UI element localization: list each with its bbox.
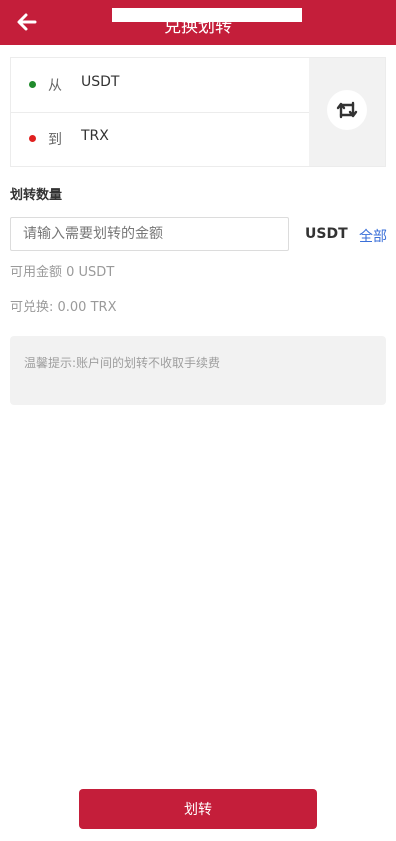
redaction-bar	[112, 8, 302, 22]
to-status-dot	[29, 135, 36, 142]
tip-text: 温馨提示:账户间的划转不收取手续费	[24, 356, 221, 370]
to-account-row[interactable]: 到 TRX	[11, 112, 311, 166]
tip-box: 温馨提示:账户间的划转不收取手续费	[10, 336, 386, 405]
from-status-dot	[29, 81, 36, 88]
transfer-submit-button[interactable]: 划转	[79, 789, 317, 829]
all-amount-link[interactable]: 全部	[359, 226, 387, 246]
transfer-pair-card: 从 USDT 到 TRX	[10, 57, 386, 167]
from-account-row[interactable]: 从 USDT	[11, 58, 311, 113]
from-label: 从	[48, 78, 62, 94]
to-label: 到	[48, 132, 62, 148]
swap-icon	[336, 101, 358, 119]
from-coin: USDT	[81, 74, 120, 90]
swap-direction-button[interactable]	[327, 90, 367, 130]
available-balance: 可用金额 0 USDT	[10, 265, 115, 280]
amount-unit: USDT	[305, 226, 348, 242]
amount-section-title: 划转数量	[10, 188, 63, 203]
exchangeable-amount: 可兑换: 0.00 TRX	[10, 300, 117, 315]
swap-panel	[309, 58, 385, 166]
to-coin: TRX	[81, 128, 109, 144]
app-header: 兑换划转	[0, 0, 396, 45]
amount-input[interactable]	[10, 217, 289, 251]
